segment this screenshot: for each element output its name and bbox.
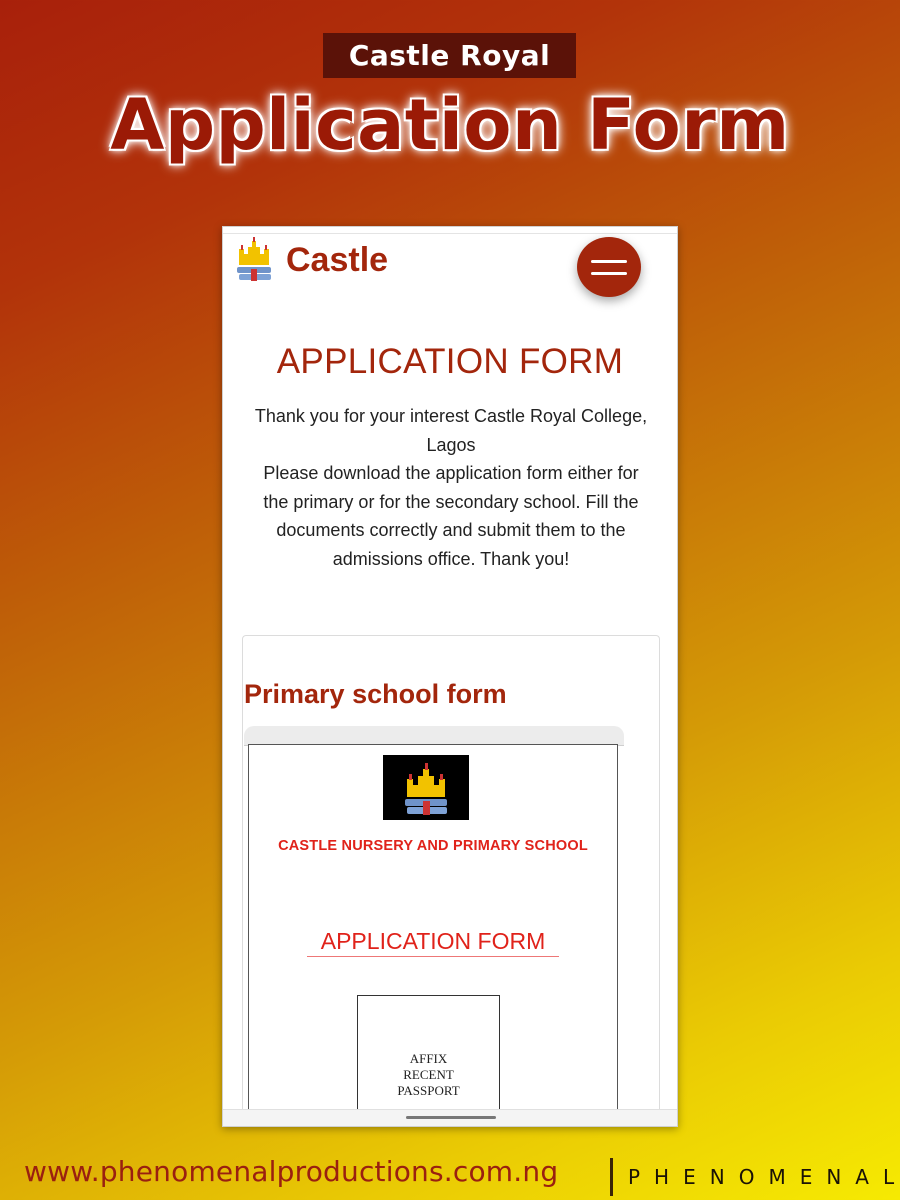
castle-logo-icon[interactable] xyxy=(233,237,275,283)
document-form-title: APPLICATION FORM xyxy=(307,928,559,957)
menu-line-icon xyxy=(591,259,627,263)
document-preview[interactable]: CASTLE NURSERY AND PRIMARY SCHOOL APPLIC… xyxy=(248,744,618,1126)
intro-line: documents correctly and submit them to t… xyxy=(276,520,626,540)
passport-photo-box: AFFIX RECENT PASSPORT xyxy=(357,995,500,1126)
intro-line: admissions office. Thank you! xyxy=(332,548,570,569)
castle-royal-badge: Castle Royal xyxy=(323,33,576,78)
document-viewer-bar[interactable] xyxy=(244,726,624,746)
passport-line: PASSPORT xyxy=(397,1083,460,1098)
school-logo-icon xyxy=(383,755,469,820)
home-indicator[interactable] xyxy=(406,1116,496,1119)
footer-brand-logo: PHENOMENAL xyxy=(628,1165,900,1189)
footer-divider xyxy=(610,1158,613,1196)
intro-line: the primary or for the secondary school.… xyxy=(263,491,639,512)
brand-name[interactable]: Castle xyxy=(286,241,388,280)
footer-url[interactable]: www.phenomenalproductions.com.ng xyxy=(24,1155,558,1188)
top-divider xyxy=(223,233,677,234)
intro-line: Lagos xyxy=(426,434,476,455)
phone-screenshot: Castle APPLICATION FORM Thank you for yo… xyxy=(222,226,678,1127)
passport-line: AFFIX xyxy=(409,1051,448,1066)
hamburger-menu-button[interactable] xyxy=(577,237,641,297)
intro-line: Thank you for your interest Castle Royal… xyxy=(254,406,648,426)
page-heading: APPLICATION FORM xyxy=(276,342,624,381)
school-name: CASTLE NURSERY AND PRIMARY SCHOOL xyxy=(278,838,588,854)
passport-line: RECENT xyxy=(403,1067,454,1082)
passport-instructions: AFFIX RECENT PASSPORT xyxy=(358,1051,499,1099)
menu-line-icon xyxy=(591,271,627,275)
card-title: Primary school form xyxy=(244,679,507,709)
hero-title: Application Form xyxy=(110,84,790,166)
intro-line: Please download the application form eit… xyxy=(263,463,639,483)
intro-text: Thank you for your interest Castle Royal… xyxy=(241,402,661,573)
